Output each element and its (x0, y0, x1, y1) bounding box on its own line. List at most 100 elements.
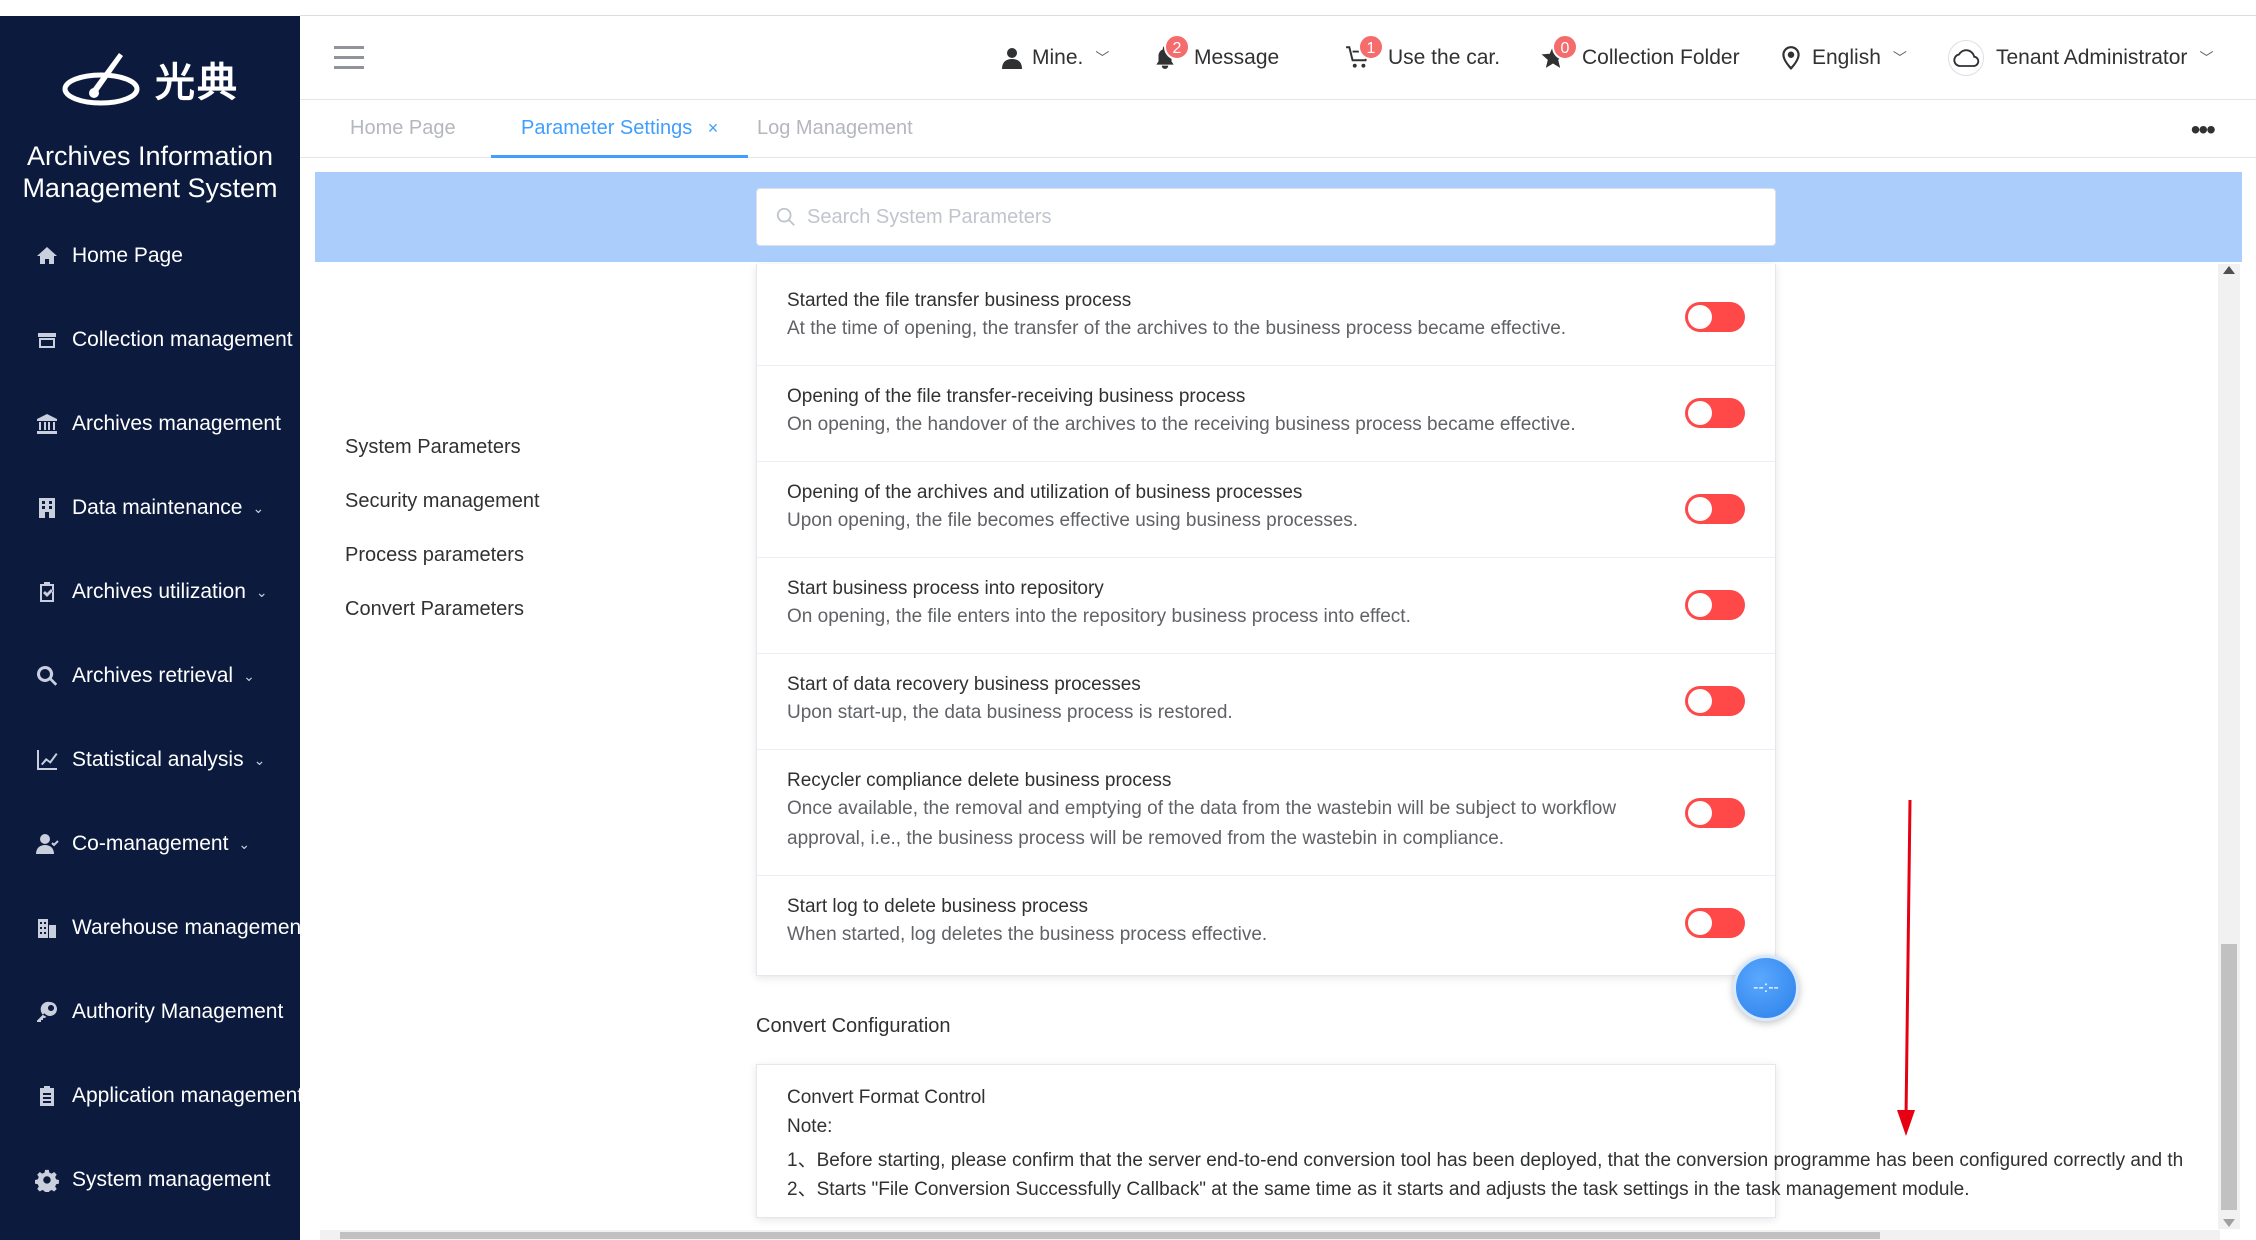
sidebar-item-data-maintenance[interactable]: Data maintenance ⌄ (0, 484, 300, 532)
tab-parameter-settings[interactable]: Parameter Settings × (491, 100, 749, 158)
sidebar-item-label: Collection management (72, 328, 293, 351)
setting-row: Start of data recovery business processe… (757, 654, 1775, 750)
building-icon (34, 495, 60, 521)
setting-row: Recycler compliance delete business proc… (757, 750, 1775, 876)
convert-note-line-2: 2、Starts "File Conversion Successfully C… (787, 1179, 1970, 1200)
setting-description: Upon opening, the file becomes effective… (787, 510, 1359, 531)
system-title: Archives Information Management System (0, 140, 300, 204)
language-label: English (1812, 46, 1881, 69)
sidebar-item-co-management[interactable]: Co-management ⌄ (0, 820, 300, 868)
sidebar-item-label: Co-management (72, 832, 229, 855)
setting-description: At the time of opening, the transfer of … (787, 318, 1567, 339)
message-count-badge: 2 (1164, 34, 1190, 60)
hamburger-menu-icon[interactable] (334, 46, 364, 70)
avatar (1948, 40, 1984, 76)
collection-count-badge: 0 (1552, 34, 1578, 60)
red-arrow-annotation (1897, 800, 1915, 1136)
setting-title: Opening of the file transfer-receiving b… (787, 386, 1246, 407)
sidebar-item-statistical-analysis[interactable]: Statistical analysis ⌄ (0, 736, 300, 784)
user-label: Tenant Administrator (1996, 46, 2188, 69)
scroll-thumb[interactable] (340, 1232, 1880, 1239)
search-icon (776, 207, 795, 226)
logo-mark-icon (62, 53, 140, 106)
convert-note-line-1: 1、Before starting, please confirm that t… (787, 1150, 2184, 1171)
sidebar-item-application-management[interactable]: Application management (0, 1072, 300, 1120)
chevron-down-icon: ⌄ (253, 751, 266, 768)
toggle-switch[interactable] (1685, 590, 1745, 620)
setting-row: Started the file transfer business proce… (757, 264, 1775, 366)
param-menu-system-parameters[interactable]: System Parameters (345, 436, 521, 466)
convert-card-content: Convert Format Control Note: 1、Before st… (787, 1065, 2187, 1219)
sidebar: 光典 Archives Information Management Syste… (0, 16, 300, 1240)
search-input[interactable] (807, 205, 1707, 229)
search-field[interactable] (756, 188, 1776, 246)
user-icon (1002, 48, 1022, 69)
line-chart-icon (34, 747, 60, 773)
close-icon[interactable]: × (708, 118, 719, 138)
sidebar-item-label: System management (72, 1168, 271, 1191)
user-group-icon (34, 831, 60, 857)
sidebar-item-warehouse-management[interactable]: Warehouse management (0, 904, 300, 952)
setting-description: Once available, the removal and emptying… (787, 798, 1617, 849)
sidebar-item-label: Authority Management (72, 1000, 284, 1023)
chevron-down-icon: ﹀ (2199, 50, 2214, 66)
chevron-down-icon: ﹀ (1892, 50, 1907, 66)
logo-text: 光典 (155, 61, 239, 105)
sidebar-item-archives-retrieval[interactable]: Archives retrieval ⌄ (0, 652, 300, 700)
warehouse-icon (34, 915, 60, 941)
sidebar-item-label: Application management (72, 1084, 300, 1107)
vertical-scrollbar[interactable] (2218, 264, 2240, 1229)
gear-icon (34, 1167, 60, 1193)
setting-row: Start business process into repository O… (757, 558, 1775, 654)
cart-count-badge: 1 (1358, 34, 1384, 60)
toggle-switch[interactable] (1685, 908, 1745, 938)
collection-label: Collection Folder (1582, 46, 1740, 69)
toggle-switch[interactable] (1685, 302, 1745, 332)
toggle-switch[interactable] (1685, 798, 1745, 828)
message-button[interactable]: 2 Message (1152, 34, 1280, 78)
tab-home-page[interactable]: Home Page (350, 100, 456, 158)
toggle-switch[interactable] (1685, 494, 1745, 524)
convert-note-label: Note: (787, 1116, 833, 1137)
user-menu[interactable]: Tenant Administrator ﹀ (1948, 38, 2213, 78)
tab-label: Log Management (757, 117, 913, 139)
tab-label: Home Page (350, 117, 456, 139)
scroll-down-arrow-icon[interactable] (2223, 1219, 2235, 1227)
box-icon (34, 327, 60, 353)
sidebar-item-archives-utilization[interactable]: Archives utilization ⌄ (0, 568, 300, 616)
mine-menu[interactable]: Mine. ﹀ (1000, 38, 1109, 78)
scroll-thumb[interactable] (2221, 944, 2237, 1210)
sidebar-item-archives-management[interactable]: Archives management (0, 400, 300, 448)
scroll-up-arrow-icon[interactable] (2223, 266, 2235, 274)
param-menu-process-parameters[interactable]: Process parameters (345, 544, 524, 574)
horizontal-scrollbar[interactable] (320, 1230, 2220, 1240)
bank-icon (34, 411, 60, 437)
sidebar-item-authority-management[interactable]: Authority Management (0, 988, 300, 1036)
param-menu-security-management[interactable]: Security management (345, 490, 540, 520)
toggle-switch[interactable] (1685, 686, 1745, 716)
message-label: Message (1194, 46, 1280, 69)
top-header: Mine. ﹀ 2 Message 1 Use the car. 0 Colle… (300, 16, 2256, 100)
sidebar-item-label: Archives utilization (72, 580, 246, 603)
convert-card-title: Convert Format Control (787, 1087, 986, 1108)
tab-log-management[interactable]: Log Management (757, 100, 913, 158)
top-border (300, 0, 2256, 16)
sidebar-item-system-management[interactable]: System management (0, 1156, 300, 1204)
param-menu-convert-parameters[interactable]: Convert Parameters (345, 598, 524, 628)
process-settings-card: Started the file transfer business proce… (756, 264, 1776, 976)
setting-row: Opening of the archives and utilization … (757, 462, 1775, 558)
chevron-down-icon: ⌄ (238, 835, 251, 852)
cart-button[interactable]: 1 Use the car. (1344, 34, 1500, 78)
convert-configuration-heading: Convert Configuration (756, 1015, 951, 1037)
more-options-icon[interactable]: ••• (2191, 114, 2216, 146)
sidebar-item-collection-management[interactable]: Collection management (0, 316, 300, 364)
sidebar-item-home-page[interactable]: Home Page (0, 232, 300, 280)
search-icon (34, 663, 60, 689)
language-select[interactable]: English ﹀ (1778, 38, 1907, 78)
setting-title: Start of data recovery business processe… (787, 674, 1141, 695)
chevron-down-icon: ⌄ (252, 499, 265, 516)
collection-folder-button[interactable]: 0 Collection Folder (1540, 34, 1740, 78)
setting-title: Opening of the archives and utilization … (787, 482, 1303, 503)
toggle-switch[interactable] (1685, 398, 1745, 428)
floating-assistant-button[interactable]: --:-- (1733, 955, 1799, 1021)
